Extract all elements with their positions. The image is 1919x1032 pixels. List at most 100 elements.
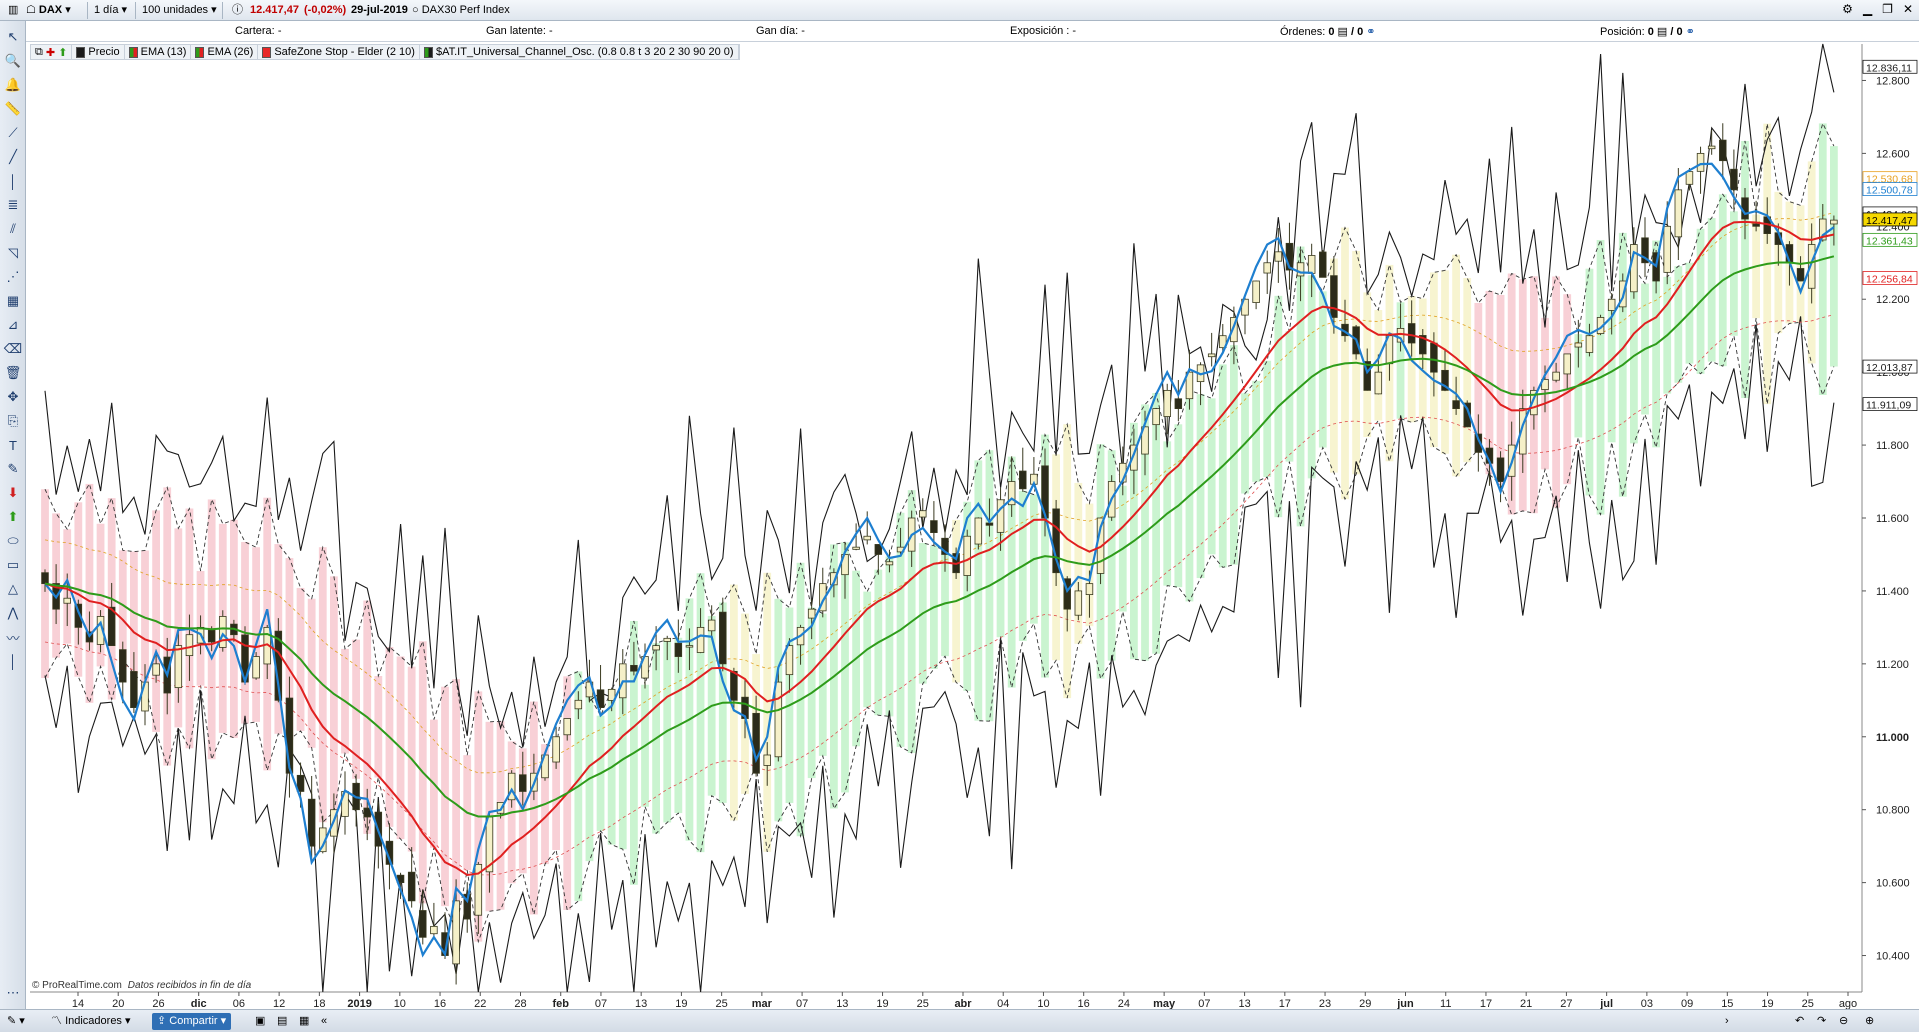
share-button[interactable]: ⇪ Compartir ▾: [152, 1013, 232, 1030]
timeframe-selector[interactable]: 1 día ▾: [90, 2, 131, 19]
collapse-icon[interactable]: «: [316, 1013, 332, 1030]
pattern-icon[interactable]: ⋀: [3, 603, 23, 623]
text-icon[interactable]: T: [3, 435, 23, 455]
y-tick-label: 10.600: [1876, 878, 1910, 890]
legend-ema26[interactable]: EMA (26): [191, 45, 259, 59]
units-selector[interactable]: 100 unidades ▾: [138, 2, 221, 19]
screenshot-icon[interactable]: ▤: [272, 1013, 292, 1030]
info-icon[interactable]: ⓘ: [228, 2, 247, 19]
symbol-selector[interactable]: ☖ DAX ▾: [22, 2, 75, 19]
candle-body: [752, 712, 760, 774]
candle-body: [785, 645, 794, 676]
wave-icon[interactable]: 〰: [3, 627, 23, 647]
zoom-in-icon[interactable]: ⊕: [1860, 1013, 1879, 1030]
legend-controls[interactable]: ⧉ ✚ ⬆: [31, 45, 73, 59]
pointer-icon[interactable]: ↖: [3, 27, 23, 47]
ellipse-icon[interactable]: ⬭: [3, 531, 23, 551]
ordenes[interactable]: Órdenes: 0 ▤ / 0 ⚭: [1280, 25, 1375, 38]
candle-body: [863, 535, 871, 541]
price-label: 11.911,09: [1866, 400, 1911, 412]
vertical-line-icon[interactable]: │: [3, 171, 23, 191]
candle-body: [519, 774, 527, 792]
candle-body: [1252, 280, 1260, 303]
close-icon[interactable]: ✕: [1903, 2, 1913, 16]
window-icon: ⧉: [35, 45, 43, 58]
candle-body: [963, 535, 971, 576]
candle-body: [919, 510, 927, 518]
draw-menu-icon[interactable]: ✎ ▾: [2, 1013, 30, 1030]
candle-body: [1674, 189, 1683, 238]
ruler-icon[interactable]: 📏: [3, 99, 23, 119]
timeframe-label: 1 día: [94, 4, 119, 16]
arrow-up-icon[interactable]: ⬆: [3, 507, 23, 527]
scroll-right-icon[interactable]: ›: [1720, 1013, 1734, 1030]
posicion[interactable]: Posición: 0 ▤ / 0 ⚭: [1600, 25, 1695, 38]
copy-icon[interactable]: ⎘: [3, 411, 23, 431]
candle-body: [1274, 251, 1283, 262]
triangle-icon[interactable]: △: [3, 579, 23, 599]
candle-body: [1074, 590, 1083, 616]
regression-icon[interactable]: ◹: [3, 243, 23, 263]
bell-icon[interactable]: 🔔: [3, 75, 23, 95]
gan-dia-value: -: [801, 25, 805, 37]
candle-body: [1407, 323, 1416, 344]
candle-body: [152, 663, 160, 676]
candle-body: [452, 900, 460, 965]
minimize-icon[interactable]: ▁: [1863, 2, 1872, 16]
candle-body: [885, 561, 894, 566]
calculator-icon[interactable]: ▦: [294, 1013, 314, 1030]
layout-icon[interactable]: ▣: [250, 1013, 270, 1030]
undo-icon[interactable]: ↶: [1790, 1013, 1809, 1030]
radio-icon: ○: [412, 4, 422, 16]
zoom-out-icon[interactable]: ⊖: [1834, 1013, 1853, 1030]
pencil-icon[interactable]: ✎: [3, 459, 23, 479]
line-icon[interactable]: ╱: [3, 147, 23, 167]
arrow-down-icon[interactable]: ⬇: [3, 483, 23, 503]
more-tools-icon[interactable]: ⋯: [3, 983, 23, 1003]
fibonacci-icon[interactable]: ≣: [3, 195, 23, 215]
candle-body: [552, 736, 560, 763]
indicators-button[interactable]: 〽 Indicadores ▾: [46, 1013, 136, 1030]
gan-latente-value: -: [549, 25, 553, 37]
grid-icon[interactable]: ▦: [3, 291, 23, 311]
separator: [87, 2, 88, 19]
gann-icon[interactable]: ⊿: [3, 315, 23, 335]
move-icon[interactable]: ✥: [3, 387, 23, 407]
symbol-label: DAX: [38, 4, 63, 16]
chart-icon[interactable]: ▥: [4, 2, 22, 19]
legend-safezone[interactable]: SafeZone Stop - Elder (2 10): [258, 45, 420, 59]
fan-icon[interactable]: ⋰: [3, 267, 23, 287]
trash-icon[interactable]: 🗑: [3, 363, 23, 383]
candle-body: [707, 619, 716, 632]
y-tick-label: 12.600: [1876, 148, 1910, 160]
redo-icon[interactable]: ↷: [1812, 1013, 1831, 1030]
legend-ema13[interactable]: EMA (13): [125, 45, 192, 59]
restore-icon[interactable]: ❐: [1882, 2, 1893, 16]
segment-icon[interactable]: ⟋: [3, 123, 23, 143]
price-chart[interactable]: 12.80012.60012.40012.20012.00011.80011.6…: [0, 0, 1919, 1032]
chart-type-icon: ☖: [26, 4, 39, 16]
raff-channel-icon[interactable]: ⫽: [3, 219, 23, 239]
price-label: 12.417,47: [1866, 215, 1913, 227]
eraser-icon[interactable]: ⌫: [3, 339, 23, 359]
candle-body: [996, 499, 1005, 533]
legend-price[interactable]: Precio: [72, 45, 125, 59]
candle-body: [419, 910, 427, 938]
zoom-icon[interactable]: 🔍: [3, 51, 23, 71]
candle-body: [563, 718, 571, 736]
divider-icon[interactable]: │: [3, 651, 23, 671]
legend-channel[interactable]: $AT.IT_Universal_Channel_Osc. (0.8 0.8 t…: [420, 45, 739, 59]
units-label: 100 unidades: [142, 4, 209, 16]
price-swatch: [76, 46, 86, 58]
account-bar: Cartera: - Gan latente: - Gan día: - Exp…: [26, 21, 1919, 42]
candle-body: [1452, 400, 1460, 410]
rectangle-icon[interactable]: ▭: [3, 555, 23, 575]
settings-icon[interactable]: ⚙: [1842, 2, 1853, 16]
gan-dia-label: Gan día:: [756, 25, 799, 37]
candle-body: [185, 634, 194, 657]
price-label: 12.500,78: [1866, 185, 1913, 197]
exposicion-value: -: [1072, 25, 1077, 37]
gan-latente-label: Gan latente:: [486, 25, 546, 37]
candle-body: [1719, 139, 1727, 162]
posicion-value: 0: [1647, 26, 1654, 38]
